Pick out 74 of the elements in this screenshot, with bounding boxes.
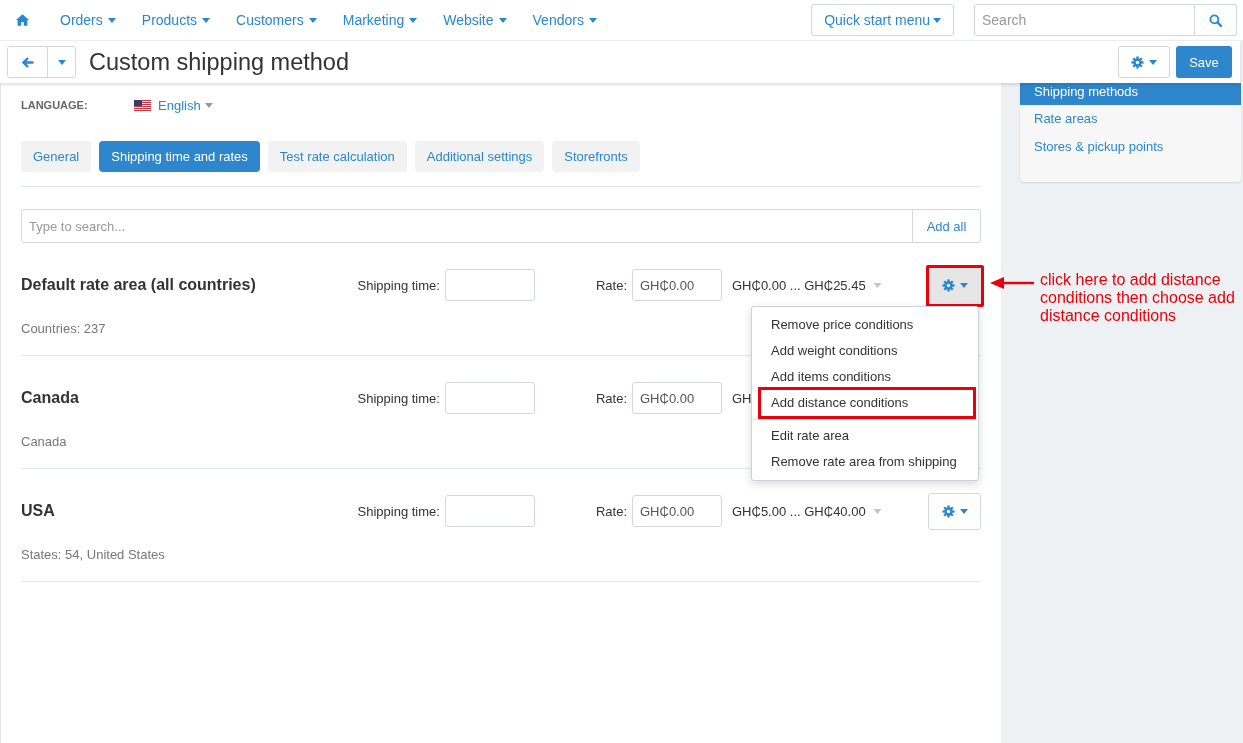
shipping-time-field[interactable]: [444, 495, 535, 527]
nav-menu-item[interactable]: Orders: [60, 12, 116, 28]
price-range: GH: [732, 391, 752, 406]
search-field[interactable]: Search: [974, 4, 1195, 36]
shipping-time-field[interactable]: [444, 269, 535, 301]
annotation-text: click here to add distance conditions then choose add distance conditions: [1040, 270, 1236, 325]
gear-icon: [941, 504, 955, 518]
settings-button[interactable]: [926, 264, 984, 307]
menu-item[interactable]: Remove price conditions: [752, 311, 978, 338]
tab[interactable]: Test rate calculation: [267, 141, 407, 172]
caret-icon: [498, 17, 507, 23]
tab[interactable]: Additional settings: [414, 141, 545, 172]
field-label: Shipping time:: [357, 503, 440, 519]
rate-area-details: States: 54, United States: [21, 546, 165, 564]
tab[interactable]: Storefronts: [552, 141, 640, 172]
caret-icon: [872, 509, 882, 514]
quick-start-menu-button[interactable]: Quick start menu: [811, 4, 954, 36]
field-label: Shipping time:: [357, 390, 440, 406]
caret-icon: [960, 283, 968, 288]
arrow-left-icon: [21, 56, 34, 68]
save-button[interactable]: Save: [1176, 46, 1232, 78]
rate-field[interactable]: GH₵0.00: [632, 382, 722, 414]
caret-icon: [308, 17, 317, 23]
home-icon[interactable]: [16, 14, 29, 26]
caret-icon: [872, 283, 882, 288]
back-button[interactable]: [8, 47, 48, 77]
sidebar-item[interactable]: Shipping methods: [1020, 83, 1241, 105]
rate-field[interactable]: GH₵0.00: [632, 495, 722, 527]
rate-area-details: Countries: 237: [21, 320, 106, 338]
language-label: LANGUAGE:: [21, 99, 89, 111]
nav-menu-item[interactable]: Customers: [236, 12, 317, 28]
shipping-time-field[interactable]: [444, 382, 535, 414]
price-range-toggle[interactable]: GH₵0.00 ... GH₵25.45: [732, 278, 882, 293]
page-title: Custom shipping method: [89, 48, 349, 76]
menu-item[interactable]: Remove rate area from shipping: [752, 448, 978, 475]
rate-area-details: Canada: [21, 433, 67, 451]
rate-area-name: Default rate area (all countries): [21, 276, 256, 294]
flag-icon: [134, 99, 151, 111]
sidebar-item[interactable]: Rate areas: [1020, 105, 1241, 133]
field-label: Rate:: [595, 277, 627, 293]
nav-menu-item[interactable]: Vendors: [532, 12, 597, 28]
caret-icon: [933, 17, 941, 23]
rate-area-name: USA: [21, 502, 55, 520]
nav-menu-item[interactable]: Products: [141, 12, 211, 28]
language-selector[interactable]: English: [158, 97, 213, 113]
field-label: Rate:: [595, 390, 627, 406]
tab[interactable]: General: [21, 141, 92, 172]
field-label: Shipping time:: [357, 277, 440, 293]
caret-icon: [57, 59, 66, 65]
caret-icon: [204, 102, 213, 108]
price-range-toggle[interactable]: GH₵5.00 ... GH₵40.00: [732, 504, 882, 519]
search-field[interactable]: Type to search...: [21, 209, 913, 243]
caret-icon: [588, 17, 597, 23]
caret-icon: [1149, 59, 1157, 65]
caret-icon: [202, 17, 211, 23]
caret-icon: [107, 17, 116, 23]
add-all-button[interactable]: Add all: [913, 209, 981, 243]
nav-menu-item[interactable]: Website: [443, 12, 507, 28]
tab[interactable]: Shipping time and rates: [99, 141, 260, 172]
rate-field[interactable]: GH₵0.00: [632, 269, 722, 301]
nav-menu-item[interactable]: Marketing: [342, 12, 418, 28]
sidebar-item[interactable]: Stores & pickup points: [1020, 133, 1241, 161]
menu-item[interactable]: Edit rate area: [752, 422, 978, 449]
field-label: Rate:: [595, 503, 627, 519]
menu-item[interactable]: Add distance conditions: [758, 386, 976, 419]
caret-icon: [409, 17, 418, 23]
search-icon: [1209, 13, 1222, 27]
left-arrow-icon: [990, 275, 1034, 290]
gear-icon: [942, 279, 955, 292]
rate-area-name: Canada: [21, 389, 79, 407]
caret-icon: [959, 508, 968, 514]
gear-icon: [1131, 55, 1144, 69]
search-button[interactable]: [1195, 4, 1237, 36]
menu-item[interactable]: Add weight conditions: [752, 337, 978, 364]
